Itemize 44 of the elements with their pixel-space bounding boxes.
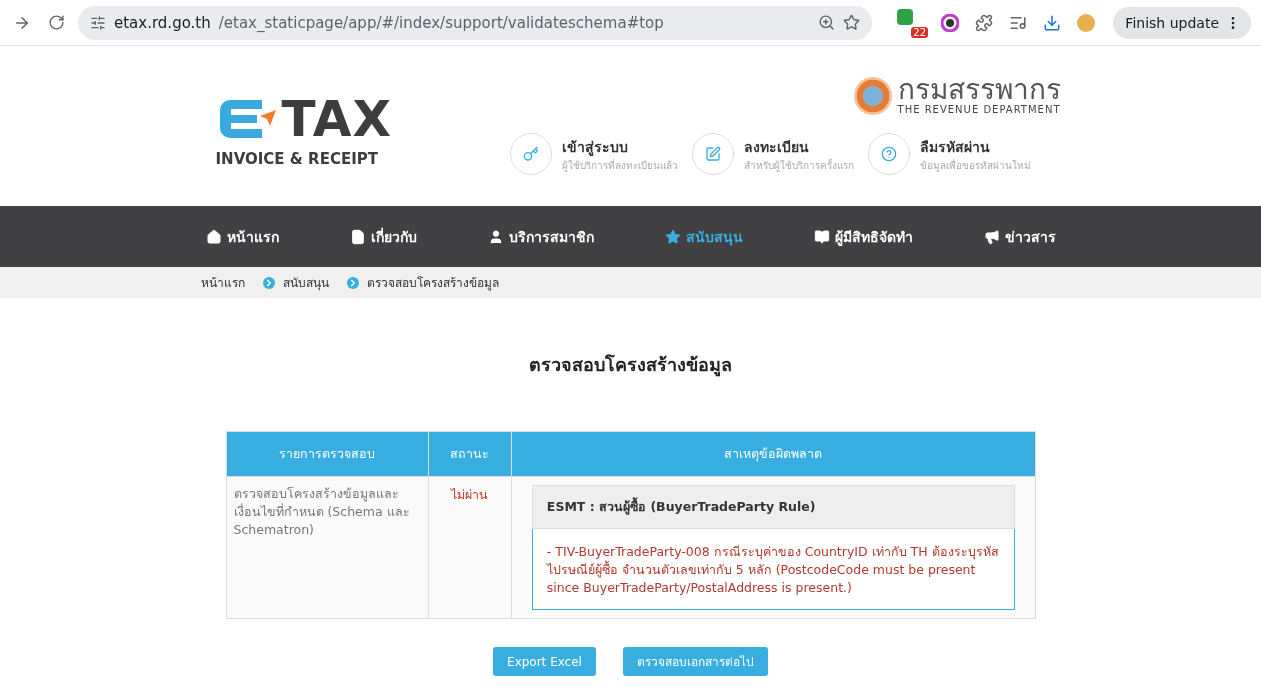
nav-item[interactable]: ผู้มีสิทธิจัดทำ <box>813 225 913 248</box>
nav-item[interactable]: ข่าวสาร <box>983 225 1056 248</box>
breadcrumb-link[interactable]: สนับสนุน <box>282 273 329 292</box>
column-header: สาเหตุข้อผิดพลาด <box>511 431 1035 477</box>
department-name: กรมสรรพากร <box>897 76 1061 104</box>
site-settings-icon[interactable] <box>90 14 106 31</box>
error-message: - TIV-BuyerTradeParty-008 กรณีระบุค่าของ CountryID เท่ากับ TH ต้องระบุรหัสไปรษณีย์ผู้ซื้อ จำนวนตัวเลขเท่ากับ 5 หลัก (PostcodeCode must be present since BuyerTradeParty/PostalAddress is present.) <box>545 543 1000 598</box>
nav-item[interactable]: สนับสนุน <box>664 225 743 248</box>
breadcrumb-current: ตรวจสอบโครงสร้างข้อมูล <box>366 275 499 292</box>
error-panel-title: ESMT : สวนผู้ซื้อ (BuyerTradeParty Rule) <box>531 485 1015 529</box>
column-header: รายการตรวจสอบ <box>226 431 429 477</box>
header-link-subtitle: สำหรับผู้ใช้บริการครั้งแรก <box>743 157 854 173</box>
header-link[interactable]: ลงทะเบียน <box>743 135 854 158</box>
header-link[interactable]: ลืมรหัสผ่าน <box>919 135 1031 158</box>
header-link-subtitle: ข้อมูลเพื่อขอรหัสผ่านใหม่ <box>919 157 1031 173</box>
chevron-icon <box>262 276 275 289</box>
header-link[interactable]: เข้าสู่ระบบ <box>561 135 678 158</box>
bookmark-star-icon[interactable] <box>843 14 860 31</box>
zoom-icon[interactable] <box>818 14 835 31</box>
breadcrumb-link[interactable]: หน้าแรก <box>200 273 245 292</box>
logo-tagline: INVOICE & RECEIPT <box>215 150 379 168</box>
nav-item[interactable]: บริการสมาชิก <box>487 225 594 248</box>
document-icon <box>349 228 366 245</box>
extension-badge: 22 <box>911 26 928 38</box>
address-bar[interactable]: etax.rd.go.th /etax_staticpage/app/#/index/support/validateschema#top <box>78 5 872 40</box>
house-icon <box>205 228 222 245</box>
chevron-icon <box>346 276 359 289</box>
column-header: สถานะ <box>428 431 512 477</box>
header-link-subtitle: ผู้ใช้บริการที่ลงทะเบียนแล้ว <box>561 157 678 173</box>
nav-item[interactable]: เกี่ยวกับ <box>349 225 417 248</box>
department-seal-icon <box>853 76 892 115</box>
logo-wordmark: TAX <box>281 94 392 144</box>
nav-item[interactable]: หน้าแรก <box>205 225 279 248</box>
department-english-name: THE REVENUE DEPARTMENT <box>897 104 1061 115</box>
table-cell: ตรวจสอบโครงสร้างข้อมูลและเงื่อนไขที่กำหนด (Schema และ Schematron) <box>226 476 429 619</box>
url-path: /etax_staticpage/app/#/index/support/validateschema#top <box>218 13 665 32</box>
extension-icon[interactable] <box>896 7 914 26</box>
star-icon <box>664 228 681 245</box>
url-host: etax.rd.go.th <box>114 13 211 32</box>
page-title: ตรวจสอบโครงสร้างข้อมูล <box>528 353 733 379</box>
finish-update-button[interactable]: Finish update <box>1113 6 1251 39</box>
book-icon <box>813 228 830 245</box>
megaphone-icon <box>983 228 1000 245</box>
status-cell: ไม่ผ่าน <box>428 476 512 619</box>
